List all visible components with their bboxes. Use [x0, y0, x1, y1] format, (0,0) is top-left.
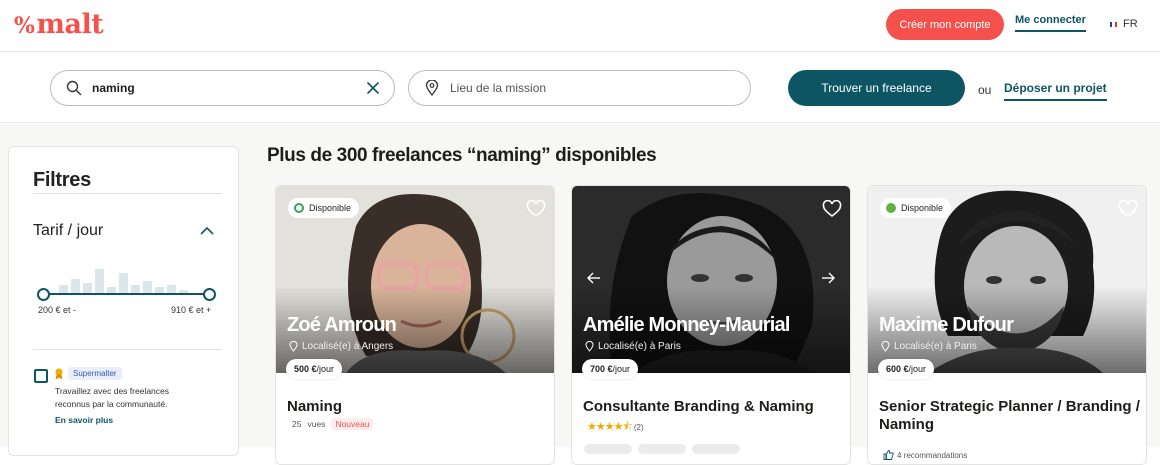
availability-label: Disponible [901, 203, 944, 213]
location-text: Localisé(e) à Angers [302, 341, 394, 352]
page-body: Filtres Tarif / jour 200 € et - 910 € et… [0, 124, 1160, 465]
skill-chip[interactable] [584, 444, 632, 454]
recommendations: 4 recommandations [883, 450, 967, 460]
rate-slider-max-handle[interactable] [203, 288, 216, 301]
freelancer-card[interactable]: Disponible Zoé Amroun Localisé(e) à Ange… [275, 185, 555, 465]
daily-rate-unit: /jour [612, 364, 631, 374]
profile-meta: 25 vues Nouveau [292, 418, 374, 430]
rating: ★★★★⯪ (2) [587, 418, 644, 437]
location-text: Localisé(e) à Paris [894, 341, 977, 352]
daily-rate-value: 500 € [294, 364, 317, 374]
views-label: vues [307, 419, 326, 429]
or-text: ou [978, 83, 992, 97]
location-field[interactable] [408, 70, 751, 106]
search-input[interactable] [92, 81, 364, 95]
freelancer-name[interactable]: Amélie Monney-Maurial [583, 314, 790, 337]
views-count: 25 [292, 419, 302, 429]
rating-count: (2) [633, 423, 644, 432]
results-title: Plus de 300 freelances “naming” disponib… [267, 145, 657, 166]
freelancer-location: Localisé(e) à Paris [585, 341, 681, 352]
availability-dot-icon [294, 203, 304, 213]
location-text: Localisé(e) à Paris [598, 341, 681, 352]
location-pin-icon [422, 78, 442, 98]
clear-search-icon[interactable] [364, 79, 382, 97]
filters-title: Filtres [33, 169, 91, 191]
favorite-heart-icon[interactable] [526, 200, 546, 218]
freelancer-name[interactable]: Zoé Amroun [287, 314, 397, 337]
job-title: Senior Strategic Planner / Branding / Na… [879, 398, 1140, 433]
supermalter-description: Travaillez avec des freelances reconnus … [55, 386, 170, 409]
divider [33, 349, 222, 350]
freelancer-name[interactable]: Maxime Dufour [879, 314, 1014, 337]
learn-more-link[interactable]: En savoir plus [55, 415, 113, 425]
previous-photo-arrow-icon[interactable] [586, 270, 602, 286]
malt-logo[interactable]: %malt [14, 9, 104, 40]
job-title: Consultante Branding & Naming [583, 398, 814, 415]
supermalter-checkbox[interactable] [34, 369, 48, 383]
new-tag: Nouveau [331, 418, 374, 430]
rate-histogram [59, 269, 188, 295]
favorite-heart-icon[interactable] [1118, 200, 1138, 218]
login-link[interactable]: Me connecter [1015, 14, 1086, 32]
favorite-heart-icon[interactable] [822, 200, 842, 218]
create-account-button[interactable]: Créer mon compte [886, 9, 1004, 40]
location-pin-icon [585, 341, 594, 352]
chevron-up-icon[interactable] [199, 225, 215, 237]
search-icon [64, 78, 84, 98]
percent-logo-icon: % [14, 13, 35, 39]
supermalter-badge: Supermalter [68, 367, 122, 380]
thumbs-up-icon [883, 450, 894, 460]
post-project-link[interactable]: Déposer un projet [1004, 81, 1107, 101]
location-pin-icon [289, 341, 298, 352]
daily-rate-value: 600 € [886, 364, 909, 374]
availability-label: Disponible [309, 203, 352, 213]
daily-rate-badge: 700 €/jour [582, 359, 639, 379]
next-photo-arrow-icon[interactable] [820, 270, 836, 286]
availability-badge: Disponible [880, 198, 952, 218]
rate-min-label: 200 € et - [38, 305, 77, 315]
filters-panel: Filtres Tarif / jour 200 € et - 910 € et… [8, 146, 239, 456]
daily-rate-value: 700 € [590, 364, 613, 374]
language-label: FR [1123, 18, 1138, 30]
location-pin-icon [881, 341, 890, 352]
rate-filter-title[interactable]: Tarif / jour [33, 222, 103, 240]
supermalter-option[interactable]: Supermalter [54, 367, 122, 380]
job-title: Naming [287, 398, 343, 415]
profile-photo[interactable]: Disponible Maxime Dufour Localisé(e) à P… [868, 186, 1146, 373]
skill-chips [584, 444, 740, 454]
profile-photo[interactable]: Amélie Monney-Maurial Localisé(e) à Pari… [572, 186, 850, 373]
divider [33, 193, 222, 194]
daily-rate-unit: /jour [908, 364, 927, 374]
find-freelance-button[interactable]: Trouver un freelance [788, 70, 965, 106]
profile-photo[interactable]: Disponible Zoé Amroun Localisé(e) à Ange… [276, 186, 554, 373]
search-band: Trouver un freelance ou Déposer un proje… [0, 53, 1160, 123]
freelancer-location: Localisé(e) à Angers [289, 341, 393, 352]
daily-rate-badge: 500 €/jour [286, 359, 343, 379]
rate-max-label: 910 € et + [171, 305, 212, 315]
french-flag-icon [1110, 21, 1117, 27]
skill-chip[interactable] [638, 444, 686, 454]
availability-badge: Disponible [288, 198, 360, 218]
rate-slider-min-handle[interactable] [37, 288, 50, 301]
search-field[interactable] [50, 70, 395, 106]
freelancer-location: Localisé(e) à Paris [881, 341, 977, 352]
location-input[interactable] [450, 81, 750, 95]
recommendations-text: 4 recommandations [897, 450, 968, 460]
skill-chip[interactable] [692, 444, 740, 454]
rating-stars-icon: ★★★★⯪ [587, 421, 633, 433]
daily-rate-unit: /jour [316, 364, 335, 374]
freelancer-card[interactable]: Disponible Maxime Dufour Localisé(e) à P… [867, 185, 1147, 465]
freelancer-card[interactable]: Amélie Monney-Maurial Localisé(e) à Pari… [571, 185, 851, 465]
rate-slider-track[interactable] [49, 293, 209, 295]
ribbon-badge-icon [55, 368, 63, 379]
top-header: %malt Créer mon compte Me connecter FR [0, 0, 1160, 52]
language-selector[interactable]: FR [1110, 18, 1138, 30]
availability-dot-icon [886, 203, 896, 213]
daily-rate-badge: 600 €/jour [878, 359, 935, 379]
